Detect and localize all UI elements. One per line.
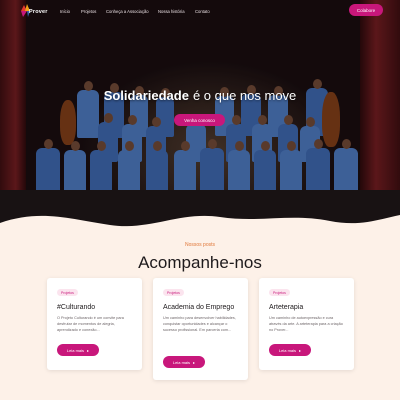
posts-section-title: Acompanhe-nos <box>138 253 262 272</box>
leia-mais-label: Leia mais <box>172 359 191 365</box>
post-tag[interactable]: Projetos <box>57 289 78 296</box>
chevron-right-icon: ▸ <box>193 359 196 365</box>
post-tag[interactable]: Projetos <box>269 289 290 296</box>
post-excerpt: O Projeto Culturando é um convite para d… <box>57 316 124 332</box>
leia-mais-label: Leia mais <box>278 347 297 353</box>
posts-eyebrow: Nossos posts <box>184 242 215 248</box>
wave-divider <box>0 215 400 245</box>
nav-link-projetos[interactable]: Projetos <box>81 9 96 14</box>
leia-mais-button[interactable]: Leia mais ▸ <box>269 344 311 356</box>
post-title[interactable]: Academia do Emprego <box>163 304 234 311</box>
post-excerpt: Um caminho de autoexpressão e cura atrav… <box>269 316 343 332</box>
post-title[interactable]: Arteterapia <box>269 304 303 311</box>
nav-link-inicio[interactable]: Início <box>60 9 70 14</box>
colabore-button[interactable]: Colabore <box>349 4 383 16</box>
leia-mais-label: Leia mais <box>66 347 85 353</box>
hero-title-rest: é o que nos move <box>192 88 297 103</box>
chevron-right-icon: ▸ <box>299 347 302 353</box>
venha-conosco-button[interactable]: Venha conosco <box>174 114 225 126</box>
nav-link-associacao[interactable]: Conheça a Associação <box>106 9 149 14</box>
chevron-right-icon: ▸ <box>87 347 90 353</box>
hero-title-highlight: Solidariedade <box>103 88 189 103</box>
leia-mais-button[interactable]: Leia mais ▸ <box>163 356 205 368</box>
post-tag[interactable]: Projetos <box>163 289 184 296</box>
post-card[interactable]: Projetos Academia do Emprego Um caminho … <box>153 278 248 380</box>
post-excerpt: Um caminho para desenvolver habilidades,… <box>163 316 236 332</box>
post-title[interactable]: #Culturando <box>57 304 95 311</box>
post-card[interactable]: Projetos Arteterapia Um caminho de autoe… <box>259 278 354 370</box>
nav-link-contato[interactable]: Contato <box>195 9 210 14</box>
nav-link-historia[interactable]: Nossa história <box>158 9 185 14</box>
logo-text: Prover <box>29 9 48 15</box>
hero-section: Prover Início Projetos Conheça a Associa… <box>0 0 400 232</box>
leia-mais-button[interactable]: Leia mais ▸ <box>57 344 99 356</box>
top-navbar: Prover Início Projetos Conheça a Associa… <box>0 0 400 22</box>
hero-title: Solidariedade é o que nos move <box>0 88 400 103</box>
post-card[interactable]: Projetos #Culturando O Projeto Culturand… <box>47 278 142 370</box>
